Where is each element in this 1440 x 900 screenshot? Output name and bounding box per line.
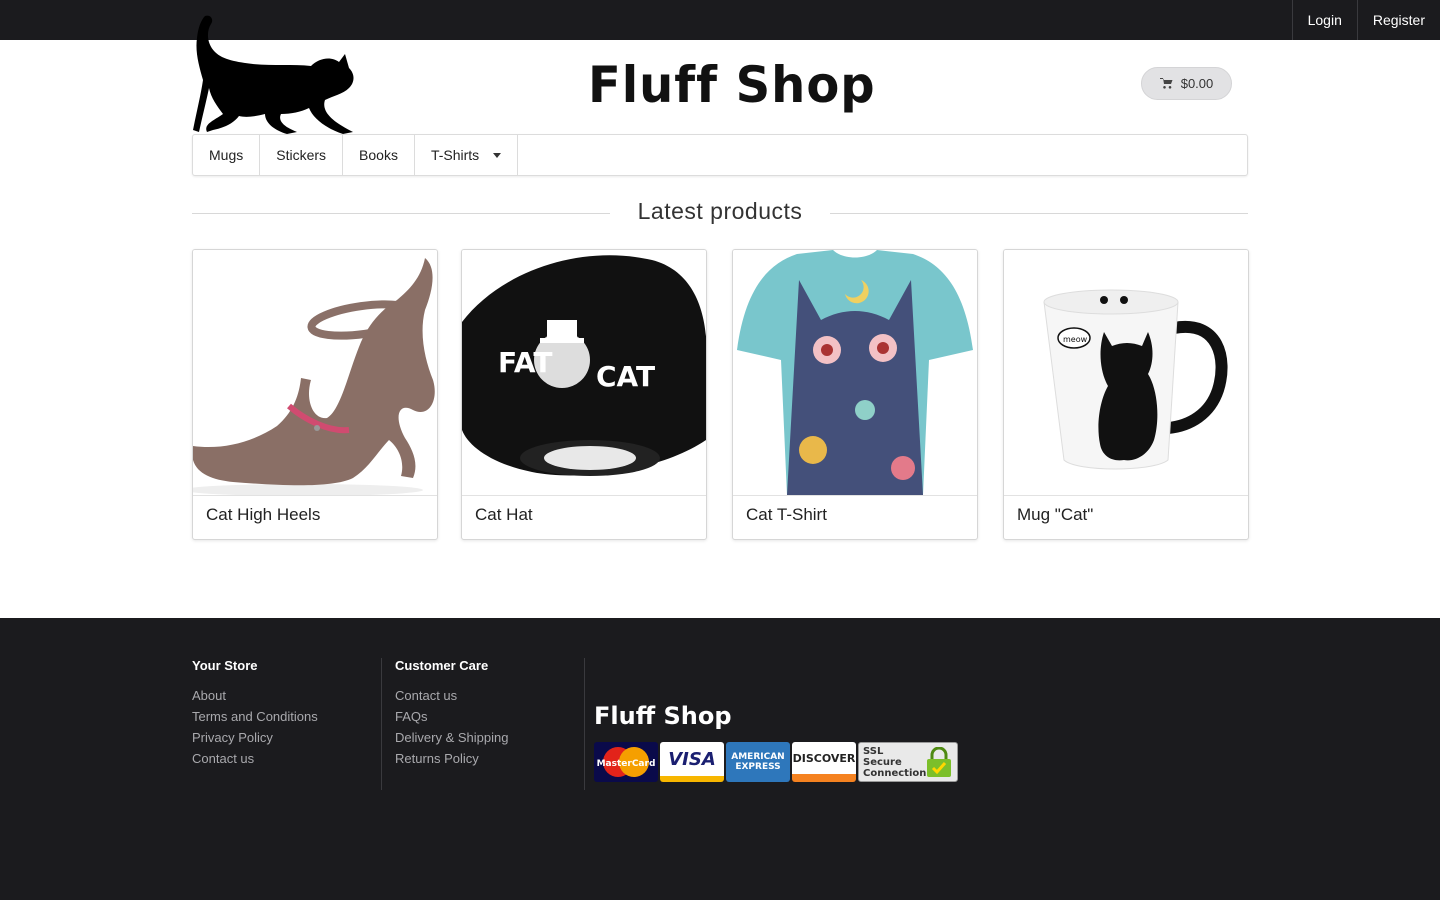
product-card[interactable]: Cat T-Shirt (732, 249, 978, 540)
cat-logo-icon[interactable] (193, 14, 358, 136)
amex-icon: AMERICAN EXPRESS (726, 742, 790, 782)
footer-heading: Customer Care (395, 658, 489, 673)
mastercard-icon: MasterCard (594, 742, 658, 782)
svg-text:meow: meow (1063, 335, 1088, 344)
discover-icon: DISCOVER (792, 742, 856, 782)
nav-item-mugs[interactable]: Mugs (193, 135, 261, 175)
product-image-cat-hat[interactable]: FAT CAT (462, 250, 706, 495)
category-nav: Mugs Stickers Books T-Shirts (192, 134, 1248, 176)
product-name[interactable]: Mug "Cat" (1017, 505, 1093, 525)
svg-text:CAT: CAT (596, 360, 655, 393)
card-divider (733, 495, 977, 496)
payment-methods: MasterCard VISA AMERICAN EXPRESS DISCOVE… (594, 742, 958, 782)
footer-link-faqs[interactable]: FAQs (395, 709, 508, 730)
product-image-high-heels[interactable] (193, 250, 437, 495)
svg-text:FAT: FAT (498, 346, 553, 379)
divider (830, 213, 1248, 214)
cart-total: $0.00 (1180, 76, 1214, 91)
footer-your-store: Your Store About Terms and Conditions Pr… (192, 658, 318, 772)
nav-item-label: T-Shirts (430, 147, 480, 163)
card-divider (1004, 495, 1248, 496)
footer-link-returns[interactable]: Returns Policy (395, 751, 508, 772)
product-card[interactable]: meow Mug "Cat" (1003, 249, 1249, 540)
card-divider (193, 495, 437, 496)
product-name[interactable]: Cat Hat (475, 505, 533, 525)
visa-icon: VISA (660, 742, 724, 782)
footer-customer-care: Customer Care Contact us FAQs Delivery &… (395, 658, 508, 772)
footer-divider (584, 658, 585, 790)
divider (192, 213, 610, 214)
footer-brand: Fluff Shop (594, 702, 732, 730)
footer: Your Store About Terms and Conditions Pr… (0, 618, 1440, 900)
product-card[interactable]: Cat High Heels (192, 249, 438, 540)
lock-icon (927, 747, 951, 777)
footer-link-terms[interactable]: Terms and Conditions (192, 709, 318, 730)
ssl-secure-icon: SSL Secure Connection (858, 742, 958, 782)
footer-heading: Your Store (192, 658, 258, 673)
product-card[interactable]: FAT CAT Cat Hat (461, 249, 707, 540)
nav-item-tshirts[interactable]: T-Shirts (415, 135, 519, 175)
product-image-cat-tshirt[interactable] (733, 250, 977, 495)
footer-divider (381, 658, 382, 790)
login-link[interactable]: Login (1291, 0, 1357, 40)
svg-text:MasterCard: MasterCard (597, 759, 656, 769)
cart-button[interactable]: $0.00 (1141, 67, 1232, 100)
product-name[interactable]: Cat High Heels (206, 505, 320, 525)
section-title: Latest products (637, 198, 803, 224)
footer-link-privacy[interactable]: Privacy Policy (192, 730, 318, 751)
register-link[interactable]: Register (1356, 0, 1440, 40)
footer-link-contact[interactable]: Contact us (395, 688, 508, 709)
chevron-down-icon (493, 152, 502, 158)
product-image-cat-mug[interactable]: meow (1004, 250, 1248, 495)
footer-link-delivery[interactable]: Delivery & Shipping (395, 730, 508, 751)
footer-link-about[interactable]: About (192, 688, 318, 709)
brand-title[interactable]: Fluff Shop (588, 56, 876, 114)
nav-item-books[interactable]: Books (343, 135, 415, 175)
card-divider (462, 495, 706, 496)
product-name[interactable]: Cat T-Shirt (746, 505, 827, 525)
account-links: Login Register (1291, 0, 1440, 40)
nav-item-stickers[interactable]: Stickers (260, 135, 344, 175)
cart-icon (1159, 78, 1173, 89)
footer-link-contact[interactable]: Contact us (192, 751, 318, 772)
